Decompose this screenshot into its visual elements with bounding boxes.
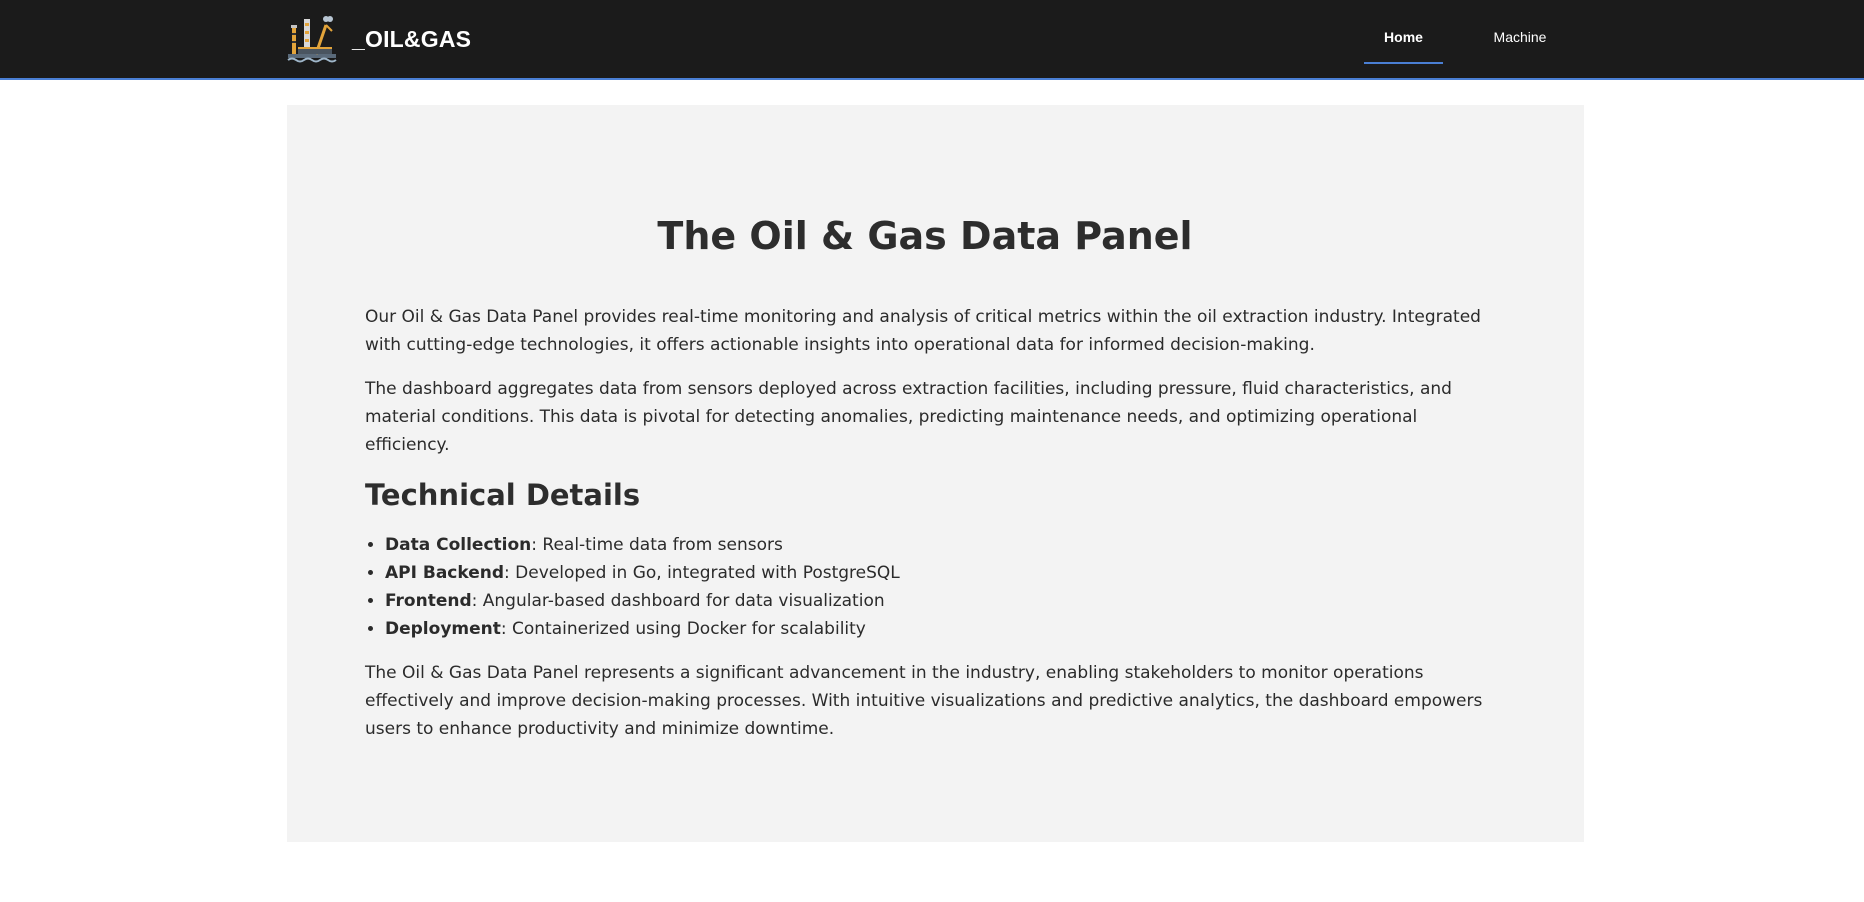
- main-nav: Home Machine: [1364, 0, 1560, 64]
- nav-machine-link[interactable]: Machine: [1480, 0, 1560, 64]
- list-item: API Backend: Developed in Go, integrated…: [385, 559, 1485, 587]
- intro-paragraph-2: The dashboard aggregates data from senso…: [365, 379, 1452, 455]
- brand-name: _OIL&GAS: [352, 25, 472, 52]
- top-navbar: _OIL&GAS Home Machine: [0, 0, 1864, 80]
- technical-details-heading: Technical Details: [365, 478, 641, 512]
- item-term: Deployment: [385, 619, 501, 639]
- list-item: Data Collection: Real-time data from sen…: [385, 531, 1485, 559]
- oil-refinery-icon: [287, 16, 337, 63]
- item-term: Data Collection: [385, 535, 532, 555]
- item-desc: : Developed in Go, integrated with Postg…: [504, 563, 900, 583]
- item-desc: : Angular-based dashboard for data visua…: [471, 591, 885, 611]
- content-panel: The Oil & Gas Data Panel Our Oil & Gas D…: [287, 105, 1584, 842]
- list-item: Frontend: Angular-based dashboard for da…: [385, 587, 1485, 615]
- brand[interactable]: _OIL&GAS: [286, 12, 471, 66]
- item-desc: : Real-time data from sensors: [531, 535, 783, 555]
- item-term: API Backend: [385, 563, 505, 583]
- page-title: The Oil & Gas Data Panel: [657, 214, 1193, 258]
- item-desc: : Containerized using Docker for scalabi…: [500, 619, 866, 639]
- list-item: Deployment: Containerized using Docker f…: [385, 615, 1485, 643]
- article: The Oil & Gas Data Panel Our Oil & Gas D…: [365, 213, 1485, 759]
- intro-paragraph-1: Our Oil & Gas Data Panel provides real-t…: [365, 307, 1481, 355]
- item-term: Frontend: [385, 591, 472, 611]
- technical-details-list: Data Collection: Real-time data from sen…: [365, 531, 1485, 643]
- nav-home-link[interactable]: Home: [1364, 0, 1443, 64]
- closing-paragraph: The Oil & Gas Data Panel represents a si…: [365, 663, 1483, 739]
